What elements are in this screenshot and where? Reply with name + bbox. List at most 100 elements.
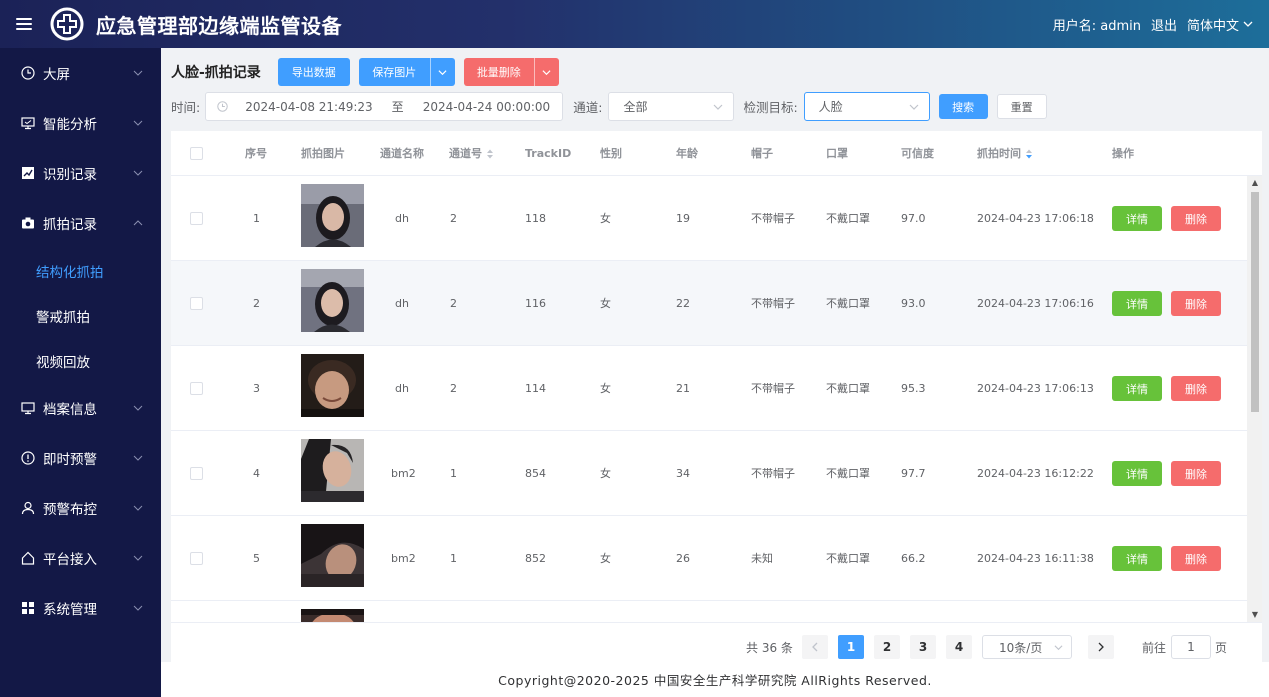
next-page-button[interactable] (1088, 635, 1114, 659)
warning-icon (21, 451, 35, 465)
save-images-split-button: 保存图片 (358, 58, 455, 86)
face-thumbnail[interactable] (301, 439, 364, 502)
chevron-down-icon (909, 104, 919, 110)
scroll-down-arrow-icon[interactable]: ▼ (1251, 611, 1259, 619)
col-capture-time[interactable]: 抓拍时间 (977, 131, 1033, 176)
batch-delete-button[interactable]: 批量删除 (463, 58, 534, 86)
scroll-thumb[interactable] (1251, 192, 1259, 412)
chevron-down-icon (438, 69, 447, 75)
scroll-up-arrow-icon[interactable]: ▲ (1251, 179, 1259, 187)
chevron-down-icon (133, 70, 143, 76)
sidebar-item-label: 大屏 (43, 67, 70, 83)
col-channel-no[interactable]: 通道号 (449, 131, 494, 176)
cell-channel-no: 2 (450, 382, 457, 395)
table-row (171, 601, 1247, 622)
grid-icon (21, 601, 35, 615)
row-checkbox[interactable] (190, 552, 203, 565)
face-thumbnail[interactable] (301, 184, 364, 247)
save-images-dropdown[interactable] (429, 58, 455, 86)
face-thumbnail[interactable] (301, 609, 364, 622)
page-size-select[interactable]: 10条/页 (982, 635, 1072, 659)
sidebar-item-archive[interactable]: 档案信息 (0, 383, 161, 433)
goto-page-input[interactable]: 1 (1171, 635, 1211, 659)
batch-delete-dropdown[interactable] (533, 58, 559, 86)
delete-button[interactable]: 删除 (1171, 546, 1221, 571)
cell-track-id: 852 (525, 552, 546, 565)
sidebar-item-label: 智能分析 (43, 117, 97, 133)
face-thumbnail[interactable] (301, 269, 364, 332)
cell-gender: 女 (600, 212, 611, 225)
sidebar-subitem-video-playback[interactable]: 视频回放 (0, 338, 161, 383)
cell-channel-no: 2 (450, 297, 457, 310)
cell-channel-no: 1 (450, 552, 457, 565)
sidebar-item-instant-alert[interactable]: 即时预警 (0, 433, 161, 483)
time-label: 时间: (171, 100, 201, 115)
row-checkbox[interactable] (190, 297, 203, 310)
page-1-button[interactable]: 1 (838, 635, 864, 659)
sidebar-item-dashboard[interactable]: 大屏 (0, 48, 161, 98)
language-select[interactable]: 简体中文 (1187, 15, 1253, 34)
search-button[interactable]: 搜索 (938, 94, 988, 119)
page-2-button[interactable]: 2 (874, 635, 900, 659)
sidebar-item-recognition[interactable]: 识别记录 (0, 148, 161, 198)
logout-link[interactable]: 退出 (1151, 15, 1177, 34)
channel-select[interactable]: 全部 (608, 92, 735, 121)
detail-button[interactable]: 详情 (1112, 376, 1162, 401)
cell-age: 22 (676, 297, 690, 310)
sidebar-subitem-structured-capture[interactable]: 结构化抓拍 (0, 248, 161, 293)
detail-button[interactable]: 详情 (1112, 291, 1162, 316)
username-label: 用户名: admin (1052, 18, 1141, 34)
cell-track-id: 854 (525, 467, 546, 480)
delete-button[interactable]: 删除 (1171, 376, 1221, 401)
app-header: 应急管理部边缘端监管设备 用户名: admin 退出 简体中文 (0, 0, 1269, 48)
range-separator: 至 (391, 100, 404, 114)
cell-channel-name: bm2 (391, 467, 416, 480)
table-scrollbar[interactable]: ▲ ▼ (1247, 176, 1262, 622)
delete-button[interactable]: 删除 (1171, 291, 1221, 316)
sidebar-item-capture[interactable]: 抓拍记录 (0, 198, 161, 248)
page-3-button[interactable]: 3 (910, 635, 936, 659)
detail-button[interactable]: 详情 (1112, 461, 1162, 486)
sidebar-item-alert-control[interactable]: 预警布控 (0, 483, 161, 533)
home-icon (21, 551, 35, 565)
prev-page-button[interactable] (802, 635, 828, 659)
col-channel-name: 通道名称 (380, 147, 424, 160)
cell-capture-time: 2024-04-23 17:06:13 (977, 382, 1094, 395)
end-time-input[interactable]: 2024-04-24 00:00:00 (423, 100, 550, 114)
sidebar-item-label: 档案信息 (43, 402, 97, 418)
sidebar-item-analysis[interactable]: 智能分析 (0, 98, 161, 148)
cell-channel-name: bm2 (391, 552, 416, 565)
menu-toggle-icon[interactable] (16, 18, 32, 30)
delete-button[interactable]: 删除 (1171, 461, 1221, 486)
cell-age: 34 (676, 467, 690, 480)
cell-mask: 不戴口罩 (826, 297, 870, 310)
sidebar-item-platform-access[interactable]: 平台接入 (0, 533, 161, 583)
detail-button[interactable]: 详情 (1112, 206, 1162, 231)
date-range-picker[interactable]: 2024-04-08 21:49:23 至 2024-04-24 00:00:0… (205, 92, 564, 121)
emergency-logo-icon (50, 7, 84, 41)
sidebar-item-system[interactable]: 系统管理 (0, 583, 161, 633)
delete-button[interactable]: 删除 (1171, 206, 1221, 231)
cell-hat: 不带帽子 (751, 297, 795, 310)
face-thumbnail[interactable] (301, 354, 364, 417)
page-4-button[interactable]: 4 (946, 635, 972, 659)
detail-button[interactable]: 详情 (1112, 546, 1162, 571)
target-select[interactable]: 人脸 (803, 92, 930, 121)
col-confidence: 可信度 (901, 147, 934, 160)
reset-button[interactable]: 重置 (996, 94, 1047, 119)
export-button[interactable]: 导出数据 (277, 58, 350, 86)
start-time-input[interactable]: 2024-04-08 21:49:23 (245, 100, 372, 114)
face-thumbnail[interactable] (301, 524, 364, 587)
chevron-down-icon (542, 69, 551, 75)
cell-mask: 不戴口罩 (826, 212, 870, 225)
cell-confidence: 97.0 (901, 212, 926, 225)
select-all-checkbox[interactable] (190, 147, 203, 160)
row-checkbox[interactable] (190, 212, 203, 225)
table-row: 4 bm2 1 854 女 34 不带帽子 不戴口罩 97.7 2024-04-… (171, 431, 1247, 516)
pagination-total: 共 36 条 (746, 640, 793, 655)
save-images-button[interactable]: 保存图片 (358, 58, 430, 86)
row-checkbox[interactable] (190, 467, 203, 480)
row-checkbox[interactable] (190, 382, 203, 395)
chevron-down-icon (1243, 21, 1253, 27)
sidebar-subitem-alert-capture[interactable]: 警戒抓拍 (0, 293, 161, 338)
